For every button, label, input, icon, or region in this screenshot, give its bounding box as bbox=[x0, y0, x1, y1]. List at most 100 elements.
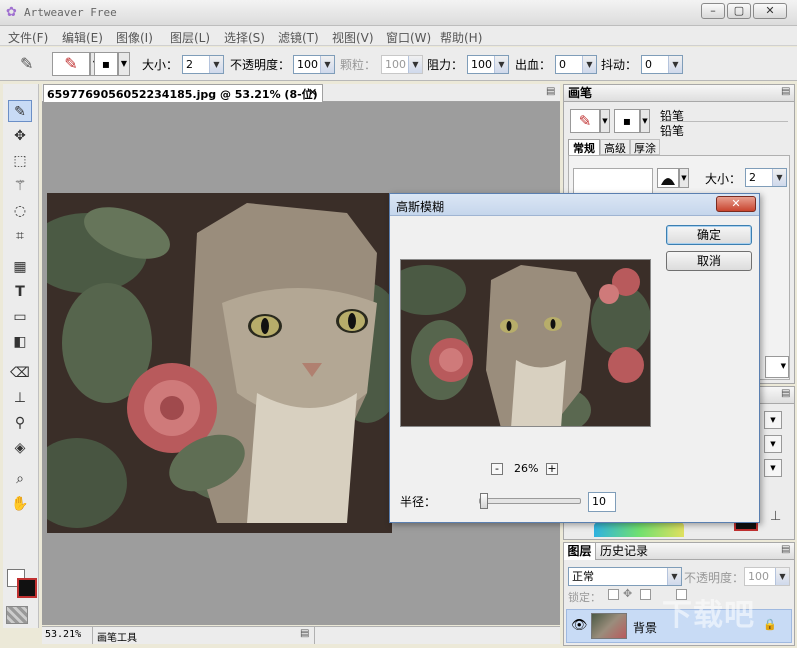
brush-preset-picker[interactable]: ✎ bbox=[52, 52, 90, 76]
shape-tool-icon[interactable]: ▭ bbox=[8, 306, 32, 328]
minimize-button[interactable]: – bbox=[701, 3, 725, 19]
preview-zoom-readout: 26% bbox=[514, 462, 539, 475]
menu-layer[interactable]: 图层(L) bbox=[170, 29, 210, 46]
panel-menu-icon[interactable]: ▤ bbox=[546, 86, 555, 97]
stamp-tool-icon[interactable]: ⊥ bbox=[8, 387, 32, 409]
chevron-down-icon[interactable]: ▼ bbox=[764, 411, 782, 429]
tab-impasto[interactable]: 厚涂 bbox=[630, 139, 660, 155]
panel-menu-icon[interactable]: ▤ bbox=[300, 628, 309, 639]
close-icon[interactable]: ✕ bbox=[716, 196, 756, 212]
brush-size-label: 大小： bbox=[705, 172, 742, 186]
ok-button[interactable]: 确定 bbox=[666, 225, 752, 245]
title-bar: ✿ Artweaver Free – ▢ ✕ bbox=[0, 0, 797, 26]
jitter-label: 抖动： bbox=[601, 58, 638, 72]
tab-history[interactable]: 历史记录 bbox=[598, 543, 648, 559]
radius-slider-track[interactable] bbox=[479, 493, 581, 509]
bleed-label: 出血： bbox=[515, 58, 552, 72]
menu-edit[interactable]: 编辑(E) bbox=[62, 29, 103, 46]
chevron-down-icon[interactable]: ▼ bbox=[600, 109, 610, 133]
crop-tool-icon[interactable]: ⌗ bbox=[8, 225, 32, 247]
radius-input[interactable]: 10 bbox=[588, 492, 616, 512]
tab-advanced[interactable]: 高级 bbox=[600, 139, 630, 155]
zoom-out-button[interactable]: - bbox=[491, 463, 503, 475]
menu-window[interactable]: 窗口(W) bbox=[386, 29, 431, 46]
dialog-title-bar: 高斯模糊 ✕ bbox=[390, 194, 759, 216]
brush-shape-picker[interactable]: ▪ bbox=[94, 52, 118, 76]
dialog-title: 高斯模糊 bbox=[396, 200, 445, 214]
size-combo[interactable]: 2 ▼ bbox=[182, 55, 224, 74]
rect-select-tool-icon[interactable]: ⬚ bbox=[8, 150, 32, 172]
stamp-icon[interactable]: ⊥ bbox=[770, 509, 781, 524]
lock-transparency-checkbox[interactable] bbox=[608, 589, 619, 600]
layer-thumbnail bbox=[591, 613, 627, 639]
brush-tool-icon: ✎ bbox=[20, 54, 34, 73]
tab-layers[interactable]: 图层 bbox=[564, 543, 596, 560]
chevron-down-icon[interactable]: ▼ bbox=[640, 109, 650, 133]
brush-category-picker[interactable]: ✎ bbox=[570, 109, 600, 133]
menu-view[interactable]: 视图(V) bbox=[332, 29, 374, 46]
brush-variant-picker[interactable]: ▪ bbox=[614, 109, 640, 133]
combo-box[interactable]: ▼ bbox=[765, 356, 789, 378]
radius-label: 半径： bbox=[400, 495, 437, 509]
panel-menu-icon[interactable]: ▤ bbox=[781, 544, 790, 555]
lock-icon: 🔒 bbox=[763, 618, 777, 631]
chevron-down-icon[interactable]: ▼ bbox=[679, 168, 689, 188]
radius-slider-thumb[interactable] bbox=[480, 493, 488, 509]
jitter-combo[interactable]: 0 ▼ bbox=[641, 55, 683, 74]
tool-options-bar: ✎ ✎ ▼ ▪ ▼ 大小： 2▼ 不透明度： 100▼ 颗粒： 100▼ 阻力：… bbox=[0, 47, 797, 81]
move-tool-icon[interactable]: ✥ bbox=[8, 125, 32, 147]
grain-combo: 100 ▼ bbox=[381, 55, 423, 74]
menu-filter[interactable]: 滤镜(T) bbox=[278, 29, 319, 46]
lock-position-icon: ✥ bbox=[623, 587, 633, 600]
zoom-readout: 53.21% bbox=[45, 629, 82, 640]
magic-wand-tool-icon[interactable]: ⚚ bbox=[8, 175, 32, 197]
menu-bar: 文件(F) 编辑(E) 图像(I) 图层(L) 选择(S) 滤镜(T) 视图(V… bbox=[0, 26, 797, 46]
fill-bucket-tool-icon[interactable]: ◈ bbox=[8, 437, 32, 459]
brush-tip-icon[interactable] bbox=[657, 168, 679, 188]
menu-file[interactable]: 文件(F) bbox=[8, 29, 48, 46]
blend-mode-combo[interactable]: 正常 ▼ bbox=[568, 567, 682, 586]
cancel-button[interactable]: 取消 bbox=[666, 251, 752, 271]
menu-select[interactable]: 选择(S) bbox=[224, 29, 265, 46]
bleed-combo[interactable]: 0 ▼ bbox=[555, 55, 597, 74]
tab-general[interactable]: 常规 bbox=[568, 139, 600, 155]
brush-size-combo[interactable]: 2 ▼ bbox=[745, 168, 787, 187]
panel-menu-icon[interactable]: ▤ bbox=[781, 86, 790, 97]
brush-tool-icon[interactable]: ✎ bbox=[8, 100, 32, 122]
eyedropper-tool-icon[interactable]: ⚲ bbox=[8, 412, 32, 434]
brush-panel-header: 画笔 bbox=[564, 85, 794, 102]
opacity-combo[interactable]: 100 ▼ bbox=[293, 55, 335, 74]
eraser-tool-icon[interactable]: ⌫ bbox=[8, 362, 32, 384]
lock-label: 锁定： bbox=[568, 591, 601, 604]
foreground-color-swatch[interactable] bbox=[17, 578, 37, 598]
document-tab[interactable]: 6597769056052234185.jpg @ 53.21% (8-位) ✕ bbox=[43, 84, 323, 102]
brush-variant-name: 铅笔 bbox=[660, 121, 788, 139]
lock-pixels-checkbox[interactable] bbox=[640, 589, 651, 600]
menu-image[interactable]: 图像(I) bbox=[116, 29, 153, 46]
text-tool-icon[interactable]: T bbox=[8, 281, 32, 303]
eye-icon[interactable]: 👁 bbox=[571, 618, 588, 633]
layer-opacity-combo: 100 ▼ bbox=[744, 567, 790, 586]
gradient-tool-icon[interactable]: ◧ bbox=[8, 331, 32, 353]
close-icon[interactable]: ✕ bbox=[308, 86, 317, 99]
perspective-tool-icon[interactable]: ▦ bbox=[8, 256, 32, 278]
app-title: Artweaver Free bbox=[24, 6, 117, 19]
size-label: 大小： bbox=[142, 58, 179, 72]
resist-combo[interactable]: 100 ▼ bbox=[467, 55, 509, 74]
chevron-down-icon[interactable]: ▼ bbox=[118, 52, 130, 76]
zoom-in-button[interactable]: + bbox=[546, 463, 558, 475]
texture-swatch[interactable] bbox=[6, 606, 28, 624]
photo-cat-flowers[interactable] bbox=[47, 193, 392, 533]
current-tool-readout: 画笔工具 bbox=[97, 633, 137, 644]
grain-label: 颗粒： bbox=[340, 58, 377, 72]
maximize-button[interactable]: ▢ bbox=[727, 3, 751, 19]
lasso-tool-icon[interactable]: ◌ bbox=[8, 200, 32, 222]
menu-help[interactable]: 帮助(H) bbox=[440, 29, 482, 46]
chevron-down-icon[interactable]: ▼ bbox=[764, 435, 782, 453]
hand-tool-icon[interactable]: ✋ bbox=[8, 493, 32, 515]
zoom-tool-icon[interactable]: ⌕ bbox=[8, 468, 32, 490]
chevron-down-icon[interactable]: ▼ bbox=[764, 459, 782, 477]
close-window-button[interactable]: ✕ bbox=[753, 3, 787, 19]
blur-preview[interactable] bbox=[400, 259, 651, 427]
panel-menu-icon[interactable]: ▤ bbox=[781, 388, 790, 399]
